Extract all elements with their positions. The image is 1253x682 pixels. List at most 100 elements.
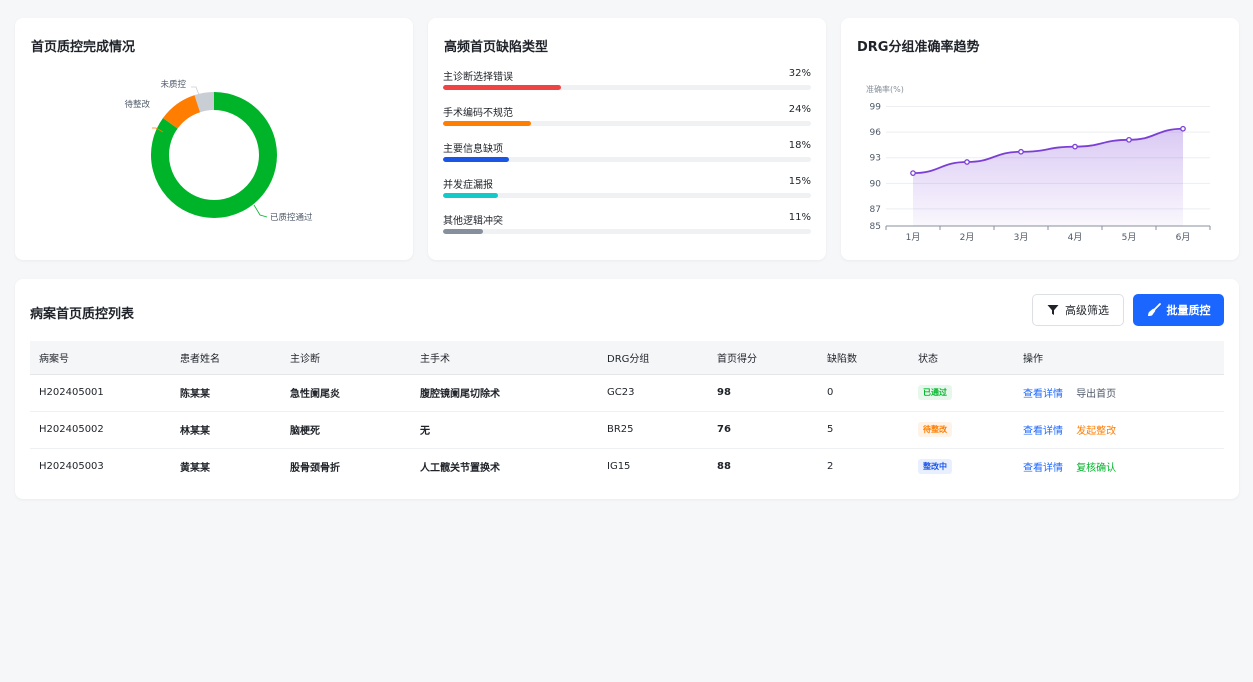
record-id: H202405001 — [39, 387, 104, 398]
trend-point — [1072, 143, 1078, 150]
trend-area — [913, 128, 1183, 226]
record-id: H202405002 — [30, 410, 171, 448]
drg-group: BR25 — [598, 410, 708, 448]
donut-slice-label: 未质控 — [160, 79, 186, 90]
defect-percent: 18% — [788, 140, 811, 151]
patient-name: 林某某 — [171, 410, 281, 448]
defect-bar — [443, 157, 510, 162]
y-tick-label: 85 — [870, 222, 881, 232]
status-badge: 整改中 — [918, 459, 952, 475]
defect-bar — [443, 85, 561, 90]
table-row: H202405002 林某某 脑梗死 无 BR25 76 5 待整改 查看详情 … — [30, 410, 1224, 448]
qc-completion-donut-chart: 已质控通过 待整改未质控 — [124, 79, 313, 223]
defect-name: 主要信息缺项 — [443, 144, 503, 155]
export-page-link[interactable]: 导出首页 — [1076, 389, 1116, 400]
defect-count: 5 — [818, 410, 909, 448]
drg-trend-line-chart: 准确率(%) 85 87 90 93 96 99 1月 2月 3月 4月 5月 6月 — [866, 84, 1211, 243]
trend-point — [910, 170, 916, 176]
defect-bar — [443, 193, 499, 198]
view-detail-link[interactable]: 查看详情 — [1023, 463, 1063, 474]
x-tick-label: 1月 — [906, 232, 921, 243]
qc-completion-card: 首页质控完成情况 已质控通过 待整改 未质控 — [15, 18, 413, 260]
advanced-filter-button[interactable]: 高级筛选 — [1032, 294, 1124, 326]
defect-types-card: 高频首页缺陷类型 主诊断选择错误 32% 手术编码不规范 24% 主要信息缺项 18% 并发… — [428, 18, 826, 260]
y-tick-label: 87 — [870, 205, 881, 215]
review-confirm-link[interactable]: 复核确认 — [1076, 463, 1116, 474]
defect-bar-track — [443, 121, 811, 126]
defect-bar — [443, 229, 484, 234]
status-badge: 已通过 — [918, 385, 952, 400]
defect-bar-track — [443, 193, 811, 198]
defect-bar-track — [443, 229, 811, 234]
defect-percent: 24% — [788, 104, 811, 115]
defect-percent: 11% — [788, 212, 811, 223]
main-operation: 腹腔镜阑尾切除术 — [420, 389, 500, 400]
start-rectify-link[interactable]: 发起整改 — [1076, 426, 1116, 437]
col-header-main-diagnosis: 主诊断 — [281, 341, 411, 375]
defect-bar-track — [443, 85, 811, 90]
record-qc-table: 病案号 患者姓名 主诊断 主手术 DRG分组 首页得分 缺陷数 状态 操作 H2… — [30, 341, 1224, 485]
trend-point — [1180, 125, 1186, 132]
record-qc-list-card: 病案首页质控列表 高级筛选 批量质控 病案号 患者姓名 主诊断 主手术 DRG分… — [15, 279, 1239, 499]
record-id: H202405003 — [30, 447, 171, 485]
x-tick-label: 4月 — [1068, 232, 1083, 243]
status-badge: 待整改 — [918, 422, 952, 437]
defect-bar-track — [443, 157, 811, 162]
col-header-defect-count: 缺陷数 — [818, 341, 909, 375]
trend-point — [964, 159, 970, 165]
donut-slice — [194, 92, 215, 113]
col-header-record-id: 病案号 — [30, 341, 171, 375]
col-header-score: 首页得分 — [708, 341, 818, 375]
defect-count: 0 — [827, 387, 834, 398]
defect-row: 主要信息缺项 18% — [443, 140, 811, 170]
main-operation: 人工髋关节置换术 — [411, 447, 598, 485]
donut-slice — [163, 95, 201, 129]
defect-row: 主诊断选择错误 32% — [443, 68, 811, 98]
defect-name: 其他逻辑冲突 — [443, 216, 503, 227]
record-qc-list-title: 病案首页质控列表 — [30, 307, 135, 322]
donut-label-line — [191, 86, 200, 96]
qc-score: 98 — [717, 387, 731, 398]
defect-count: 2 — [818, 447, 909, 485]
y-axis-title: 准确率(%) — [866, 84, 904, 94]
defect-name: 并发症漏报 — [443, 180, 493, 191]
table-header-row: 病案号 患者姓名 主诊断 主手术 DRG分组 首页得分 缺陷数 状态 操作 — [30, 341, 1224, 375]
main-operation: 无 — [411, 410, 598, 448]
defect-name: 手术编码不规范 — [443, 108, 513, 119]
y-tick-label: 96 — [870, 128, 882, 138]
x-tick-label: 2月 — [960, 232, 975, 243]
donut-label-line — [253, 204, 268, 218]
trend-point — [1126, 136, 1132, 143]
view-detail-link[interactable]: 查看详情 — [1023, 389, 1063, 400]
view-detail-link[interactable]: 查看详情 — [1023, 426, 1063, 437]
drg-trend-card: DRG分组准确率趋势 准确率(%) 85 87 90 93 96 99 1月 2月 3月 4月 5月 6… — [841, 18, 1239, 260]
defect-row: 其他逻辑冲突 11% — [443, 212, 811, 242]
qc-score: 76 — [708, 410, 818, 448]
col-header-patient-name: 患者姓名 — [171, 341, 281, 375]
col-header-status: 状态 — [909, 341, 1014, 375]
main-diagnosis: 急性阑尾炎 — [290, 389, 340, 400]
trend-point — [1018, 148, 1024, 155]
y-tick-label: 93 — [870, 154, 881, 164]
y-tick-label: 99 — [870, 103, 882, 113]
table-row: H202405001 陈某某 急性阑尾炎 腹腔镜阑尾切除术 GC23 98 0 … — [30, 374, 1224, 411]
col-header-main-operation: 主手术 — [411, 341, 598, 375]
defect-types-title: 高频首页缺陷类型 — [444, 40, 549, 55]
defect-percent: 15% — [788, 176, 811, 187]
defect-row: 并发症漏报 15% — [443, 176, 811, 206]
filter-icon — [1047, 305, 1059, 315]
defect-bar — [443, 121, 532, 126]
col-header-actions: 操作 — [1014, 341, 1224, 375]
patient-name: 陈某某 — [180, 389, 210, 400]
x-tick-label: 5月 — [1122, 232, 1137, 243]
qc-score: 88 — [708, 447, 818, 485]
table-row: H202405003 黄某某 股骨颈骨折 人工髋关节置换术 IG15 88 2 … — [30, 447, 1224, 485]
y-tick-label: 90 — [870, 179, 882, 189]
col-header-drg-group: DRG分组 — [598, 341, 708, 375]
batch-qc-label: 批量质控 — [1166, 304, 1211, 317]
broom-icon — [1147, 303, 1161, 316]
defect-percent: 32% — [788, 68, 811, 79]
batch-qc-button[interactable]: 批量质控 — [1133, 294, 1224, 326]
donut-slice-label: 待整改 — [124, 99, 150, 110]
main-diagnosis: 脑梗死 — [281, 410, 411, 448]
